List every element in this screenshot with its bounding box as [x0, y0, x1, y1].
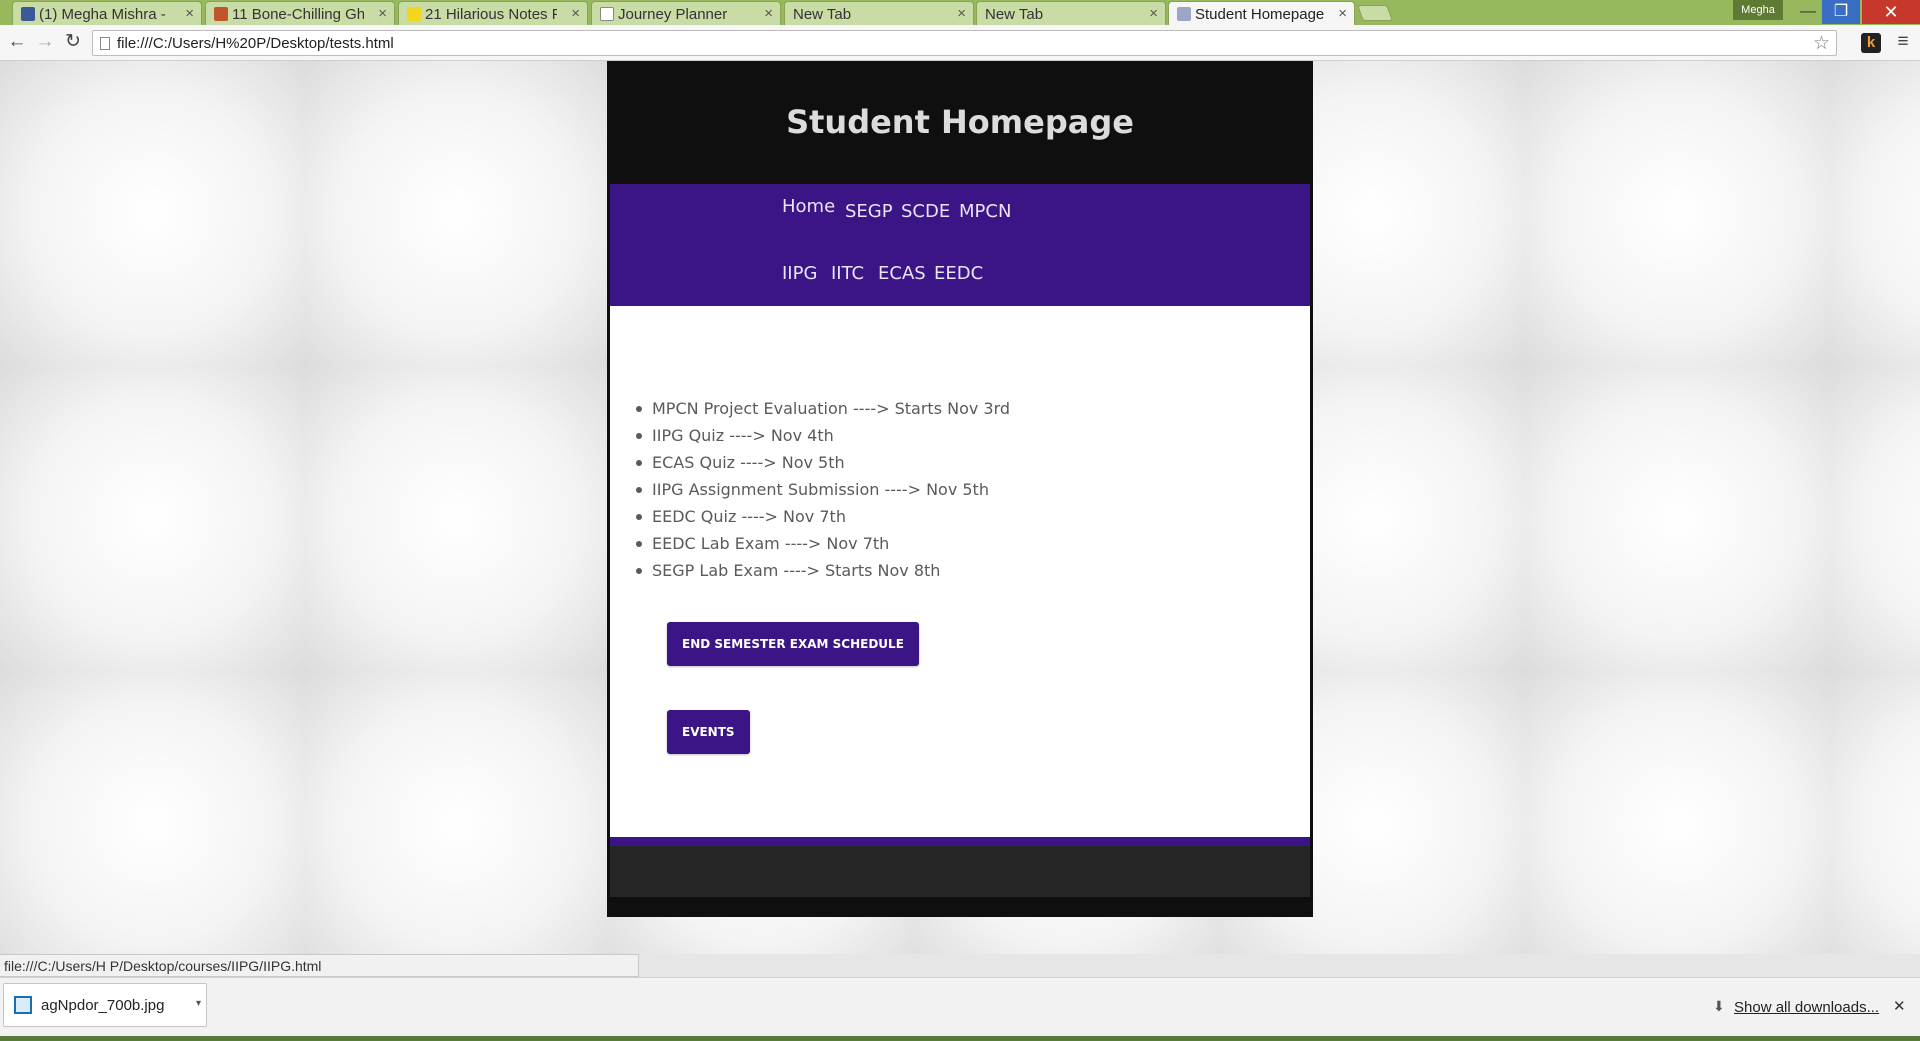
page-icon: [100, 37, 110, 50]
site-footer: [610, 846, 1310, 897]
nav-link-iitc[interactable]: IITC: [831, 263, 864, 284]
downloads-shelf: agNpdor_700b.jpg ▾ ⬇ Show all downloads.…: [0, 977, 1920, 1036]
main-content: MPCN Project Evaluation ----> Starts Nov…: [610, 306, 1310, 837]
nav-link-iipg[interactable]: IIPG: [782, 263, 817, 284]
os-taskbar: [0, 1036, 1920, 1041]
bookmark-star-icon[interactable]: ☆: [1813, 32, 1830, 55]
nav-link-segp[interactable]: SEGP: [845, 201, 893, 222]
tab-title: (1) Megha Mishra - N: [39, 6, 171, 23]
back-arrow-icon[interactable]: ←: [4, 29, 30, 55]
tab-hilarious-notes[interactable]: 21 Hilarious Notes Fr ×: [398, 1, 588, 25]
close-tab-icon[interactable]: ×: [185, 5, 194, 22]
tab-title: Student Homepage: [1195, 6, 1325, 23]
list-item: EEDC Lab Exam ----> Nov 7th: [634, 530, 1010, 557]
nav-link-eedc[interactable]: EEDC: [934, 263, 983, 284]
download-item[interactable]: agNpdor_700b.jpg ▾: [3, 983, 207, 1027]
tab-title: 11 Bone-Chilling Gho: [232, 6, 364, 23]
profile-badge[interactable]: Megha: [1733, 0, 1783, 20]
extension-k-icon[interactable]: k: [1861, 33, 1881, 53]
list-item: IIPG Quiz ----> Nov 4th: [634, 422, 1010, 449]
download-arrow-icon: ⬇: [1713, 998, 1725, 1014]
facebook-icon: [21, 7, 35, 21]
close-icon[interactable]: ✕: [1893, 997, 1906, 1015]
new-tab-button[interactable]: [1357, 5, 1393, 21]
page-viewport: Student Homepage Home SEGP SCDE MPCN IIP…: [0, 61, 1920, 954]
tab-student-homepage[interactable]: Student Homepage ×: [1168, 1, 1355, 25]
address-bar[interactable]: ☆: [92, 30, 1837, 56]
close-tab-icon[interactable]: ×: [764, 5, 773, 22]
close-tab-icon[interactable]: ×: [378, 5, 387, 22]
forward-arrow-icon[interactable]: →: [32, 29, 58, 55]
close-tab-icon[interactable]: ×: [957, 5, 966, 22]
list-item: MPCN Project Evaluation ----> Starts Nov…: [634, 395, 1010, 422]
page-title: Student Homepage: [786, 103, 1134, 141]
download-file-name: agNpdor_700b.jpg: [41, 997, 165, 1014]
maximize-icon[interactable]: ❐: [1822, 0, 1860, 24]
tab-title: Journey Planner: [618, 6, 728, 23]
close-tab-icon[interactable]: ×: [1338, 5, 1347, 22]
image-file-icon: [14, 996, 32, 1014]
tab-journey-planner[interactable]: Journey Planner ×: [591, 1, 781, 25]
tab-facebook[interactable]: (1) Megha Mishra - N ×: [12, 1, 202, 25]
document-icon: [600, 7, 614, 21]
browser-toolbar: ← → ↻ ☆ k ≡: [0, 25, 1920, 61]
exam-schedule-button[interactable]: END SEMESTER EXAM SCHEDULE: [667, 622, 919, 666]
footer-accent-band: [610, 837, 1310, 846]
page-favicon-icon: [407, 7, 421, 21]
nav-link-ecas[interactable]: ECAS: [878, 263, 926, 284]
show-all-downloads-link[interactable]: Show all downloads...: [1734, 999, 1879, 1016]
nav-link-scde[interactable]: SCDE: [901, 201, 950, 222]
tab-strip: (1) Megha Mishra - N × 11 Bone-Chilling …: [0, 0, 1920, 25]
announcement-list: MPCN Project Evaluation ----> Starts Nov…: [634, 395, 1010, 584]
status-bubble: file:///C:/Users/H P/Desktop/courses/IIP…: [0, 954, 639, 977]
reload-icon[interactable]: ↻: [60, 29, 86, 55]
list-item: IIPG Assignment Submission ----> Nov 5th: [634, 476, 1010, 503]
tab-title: 21 Hilarious Notes Fr: [425, 6, 557, 23]
close-tab-icon[interactable]: ×: [1149, 5, 1158, 22]
site-container: Student Homepage Home SEGP SCDE MPCN IIP…: [607, 61, 1313, 917]
main-nav: Home SEGP SCDE MPCN IIPG IITC ECAS EEDC: [610, 184, 1310, 306]
url-input[interactable]: [117, 33, 1787, 53]
tab-title: New Tab: [793, 6, 852, 23]
page-favicon-icon: [1177, 7, 1191, 21]
tab-new-tab-1[interactable]: New Tab ×: [784, 1, 974, 25]
hamburger-menu-icon[interactable]: ≡: [1892, 30, 1914, 54]
chevron-down-icon[interactable]: ▾: [196, 998, 201, 1009]
site-header: Student Homepage: [607, 61, 1313, 183]
tab-new-tab-2[interactable]: New Tab ×: [976, 1, 1166, 25]
events-button[interactable]: EVENTS: [667, 710, 750, 754]
close-tab-icon[interactable]: ×: [571, 5, 580, 22]
page-favicon-icon: [214, 7, 228, 21]
window-close-icon[interactable]: ✕: [1862, 0, 1920, 24]
list-item: SEGP Lab Exam ----> Starts Nov 8th: [634, 557, 1010, 584]
nav-link-home[interactable]: Home: [782, 196, 835, 217]
nav-link-mpcn[interactable]: MPCN: [959, 201, 1011, 222]
tab-title: New Tab: [985, 6, 1044, 23]
list-item: ECAS Quiz ----> Nov 5th: [634, 449, 1010, 476]
list-item: EEDC Quiz ----> Nov 7th: [634, 503, 1010, 530]
tab-bone-chilling[interactable]: 11 Bone-Chilling Gho ×: [205, 1, 395, 25]
